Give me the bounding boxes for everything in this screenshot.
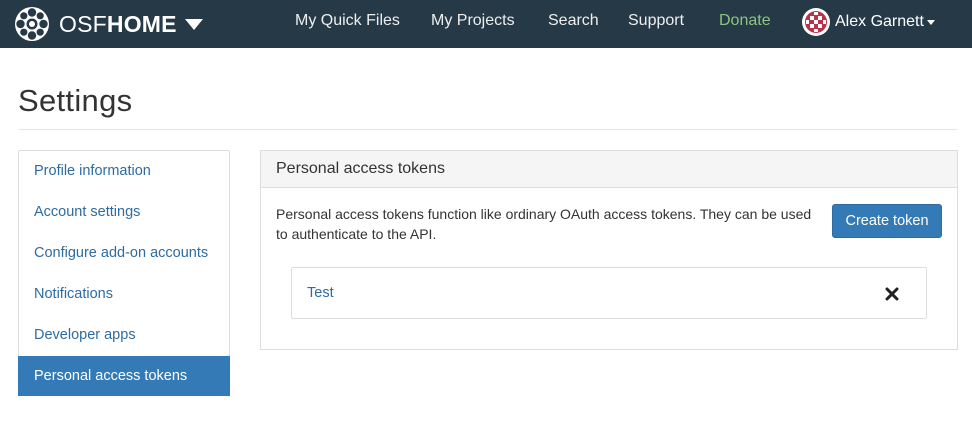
title-divider (18, 129, 958, 130)
avatar-icon (802, 8, 830, 36)
sidebar-item-profile-information[interactable]: Profile information (19, 151, 229, 192)
caret-down-icon (184, 18, 203, 30)
nav-my-projects[interactable]: My Projects (431, 0, 515, 48)
navbar: OSFHOME My Quick Files My Projects Searc… (0, 0, 972, 48)
nav-donate[interactable]: Donate (719, 0, 771, 48)
brand-title: OSFHOME (59, 0, 177, 48)
osf-logo-icon (15, 7, 49, 41)
tokens-panel: Personal access tokens Personal access t… (260, 150, 958, 350)
brand-suffix: HOME (106, 11, 177, 37)
user-name: Alex Garnett (835, 13, 924, 30)
token-name-link[interactable]: Test (307, 268, 334, 318)
panel-description: Personal access tokens function like ord… (276, 206, 812, 242)
list-item: Test (291, 267, 927, 319)
sidebar-item-personal-access-tokens[interactable]: Personal access tokens (18, 356, 230, 396)
sidebar-item-configure-add-on-accounts[interactable]: Configure add-on accounts (19, 233, 229, 274)
osf-home-menu[interactable]: OSFHOME (14, 0, 203, 48)
sidebar-item-notifications[interactable]: Notifications (19, 274, 229, 315)
sidebar-item-developer-apps[interactable]: Developer apps (19, 315, 229, 356)
create-token-button[interactable]: Create token (832, 204, 942, 238)
user-menu[interactable]: Alex Garnett (802, 0, 935, 48)
caret-down-icon (926, 19, 935, 25)
nav-search[interactable]: Search (548, 0, 599, 48)
sidebar-item-account-settings[interactable]: Account settings (19, 192, 229, 233)
page-title: Settings (18, 83, 133, 118)
nav-my-quick-files[interactable]: My Quick Files (295, 0, 400, 48)
brand-prefix: OSF (59, 11, 107, 37)
nav-support[interactable]: Support (628, 0, 684, 48)
close-icon[interactable] (884, 286, 900, 302)
panel-heading: Personal access tokens (261, 151, 957, 188)
settings-sidebar: Profile information Account settings Con… (18, 150, 230, 396)
